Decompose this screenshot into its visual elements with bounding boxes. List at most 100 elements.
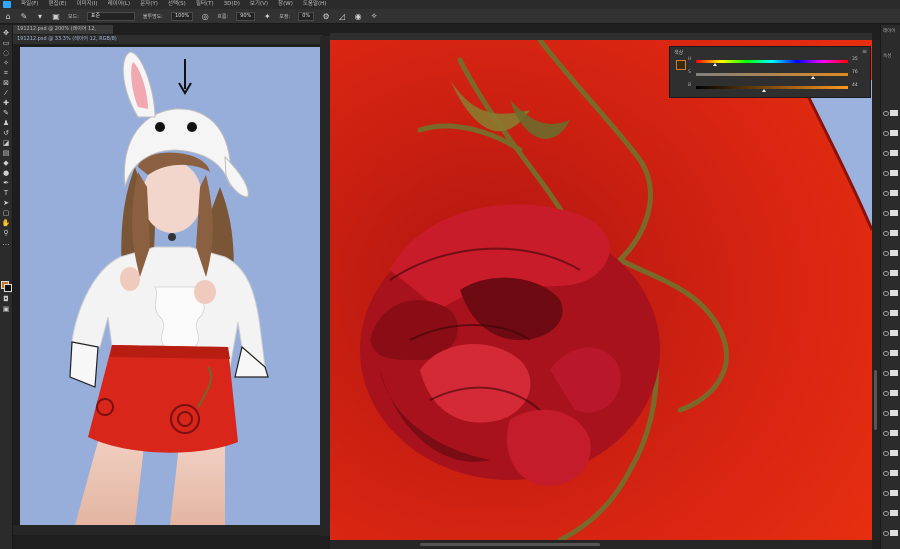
smoothing-field[interactable]: 0% bbox=[298, 11, 315, 21]
menu-layer[interactable]: 레이어(L) bbox=[108, 0, 131, 9]
pressure-size-icon[interactable]: ◉ bbox=[354, 12, 362, 21]
eye-icon[interactable] bbox=[883, 111, 889, 116]
panel-menu-icon[interactable]: ≡ bbox=[862, 48, 867, 55]
layer-row[interactable] bbox=[883, 290, 899, 296]
menu-image[interactable]: 이미지(I) bbox=[76, 0, 97, 9]
menu-help[interactable]: 도움말(H) bbox=[303, 0, 327, 9]
background-color-swatch[interactable] bbox=[4, 284, 12, 292]
crop-tool-icon[interactable]: ⌗ bbox=[2, 69, 10, 77]
layer-row[interactable] bbox=[883, 170, 899, 176]
pressure-opacity-icon[interactable]: ◎ bbox=[201, 12, 209, 21]
blur-tool-icon[interactable]: ◆ bbox=[2, 159, 10, 167]
layer-row[interactable] bbox=[883, 430, 899, 436]
menu-filter[interactable]: 필터(T) bbox=[196, 0, 214, 9]
canvas-zoom-view[interactable] bbox=[330, 40, 872, 540]
eye-icon[interactable] bbox=[883, 231, 889, 236]
layer-row[interactable] bbox=[883, 490, 899, 496]
more-tools-icon[interactable]: … bbox=[2, 239, 10, 247]
dodge-tool-icon[interactable]: ● bbox=[2, 169, 10, 177]
eye-icon[interactable] bbox=[883, 411, 889, 416]
layer-row[interactable] bbox=[883, 350, 899, 356]
history-brush-tool-icon[interactable]: ↺ bbox=[2, 129, 10, 137]
quick-select-tool-icon[interactable]: ✧ bbox=[2, 59, 10, 67]
eye-icon[interactable] bbox=[883, 171, 889, 176]
layer-row[interactable] bbox=[883, 130, 899, 136]
zoom-tool-icon[interactable]: ⚲ bbox=[2, 229, 10, 237]
shape-tool-icon[interactable]: ▢ bbox=[2, 209, 10, 217]
brush-panel-icon[interactable]: ▣ bbox=[52, 12, 60, 21]
saturation-value[interactable]: 76 bbox=[852, 70, 858, 75]
saturation-slider[interactable] bbox=[696, 73, 848, 76]
layer-row[interactable] bbox=[883, 190, 899, 196]
home-icon[interactable]: ⌂ bbox=[4, 12, 12, 21]
menu-view[interactable]: 보기(V) bbox=[250, 0, 268, 9]
type-tool-icon[interactable]: T bbox=[2, 189, 10, 197]
eye-icon[interactable] bbox=[883, 531, 889, 536]
healing-tool-icon[interactable]: ✚ bbox=[2, 99, 10, 107]
airbrush-icon[interactable]: ✦ bbox=[263, 12, 271, 21]
eye-icon[interactable] bbox=[883, 191, 889, 196]
layer-row[interactable] bbox=[883, 210, 899, 216]
lasso-tool-icon[interactable]: ◌ bbox=[2, 49, 10, 57]
layer-row[interactable] bbox=[883, 230, 899, 236]
menu-file[interactable]: 파일(F) bbox=[21, 0, 39, 9]
layer-row[interactable] bbox=[883, 270, 899, 276]
eye-icon[interactable] bbox=[883, 471, 889, 476]
eye-icon[interactable] bbox=[883, 291, 889, 296]
eye-icon[interactable] bbox=[883, 511, 889, 516]
eye-icon[interactable] bbox=[883, 391, 889, 396]
brush-tool-icon[interactable]: ✎ bbox=[2, 109, 10, 117]
saturation-slider-handle[interactable] bbox=[811, 76, 815, 79]
mode-select[interactable]: 표준 bbox=[86, 11, 135, 21]
opacity-field[interactable]: 100% bbox=[170, 11, 194, 21]
menu-select[interactable]: 선택(S) bbox=[168, 0, 186, 9]
layers-panel-title[interactable]: 레이어 bbox=[883, 28, 895, 34]
gear-icon[interactable]: ⚙ bbox=[322, 12, 330, 21]
eye-icon[interactable] bbox=[883, 151, 889, 156]
layer-row[interactable] bbox=[883, 510, 899, 516]
eye-icon[interactable] bbox=[883, 271, 889, 276]
tab-document-main[interactable]: 191212.psd @ 200% (레이어 12, RGB/8)× bbox=[13, 25, 113, 42]
photoshop-logo-icon[interactable] bbox=[3, 1, 11, 8]
horizontal-scrollbar[interactable] bbox=[330, 540, 872, 549]
menu-window[interactable]: 창(W) bbox=[278, 0, 293, 9]
vertical-scrollbar[interactable] bbox=[872, 40, 880, 540]
layer-row[interactable] bbox=[883, 150, 899, 156]
pen-tool-icon[interactable]: ✒ bbox=[2, 179, 10, 187]
brightness-slider-handle[interactable] bbox=[762, 89, 766, 92]
eye-icon[interactable] bbox=[883, 131, 889, 136]
stamp-tool-icon[interactable]: ♟ bbox=[2, 119, 10, 127]
hue-slider[interactable] bbox=[696, 60, 848, 63]
brightness-slider[interactable] bbox=[696, 86, 848, 89]
eye-icon[interactable] bbox=[883, 351, 889, 356]
layer-row[interactable] bbox=[883, 250, 899, 256]
hue-slider-handle[interactable] bbox=[713, 63, 717, 66]
screen-mode-icon[interactable]: ▣ bbox=[2, 305, 10, 313]
eye-icon[interactable] bbox=[883, 251, 889, 256]
menu-3d[interactable]: 3D(D) bbox=[224, 0, 240, 9]
layer-row[interactable] bbox=[883, 330, 899, 336]
marquee-tool-icon[interactable]: ▭ bbox=[2, 39, 10, 47]
brush-settings-icon[interactable]: ▾ bbox=[36, 12, 44, 21]
canvas-full-view[interactable] bbox=[20, 47, 320, 525]
hand-tool-icon[interactable]: ✋ bbox=[2, 219, 11, 227]
layer-row[interactable] bbox=[883, 390, 899, 396]
layer-row[interactable] bbox=[883, 370, 899, 376]
menu-type[interactable]: 문자(Y) bbox=[140, 0, 158, 9]
eye-icon[interactable] bbox=[883, 371, 889, 376]
eye-icon[interactable] bbox=[883, 491, 889, 496]
properties-panel-title[interactable]: 속성 bbox=[883, 53, 891, 59]
flow-field[interactable]: 90% bbox=[236, 11, 256, 21]
layer-row[interactable] bbox=[883, 110, 899, 116]
eye-icon[interactable] bbox=[883, 431, 889, 436]
eyedropper-tool-icon[interactable]: ⁄ bbox=[2, 89, 10, 97]
layer-row[interactable] bbox=[883, 530, 899, 536]
eraser-tool-icon[interactable]: ◪ bbox=[2, 139, 10, 147]
eye-icon[interactable] bbox=[883, 331, 889, 336]
tab-document-secondary[interactable]: 191212.psd @ 33.3% (레이어 12, RGB/8) bbox=[13, 35, 323, 44]
move-tool-icon[interactable]: ✥ bbox=[2, 29, 10, 37]
layer-row[interactable] bbox=[883, 410, 899, 416]
gradient-tool-icon[interactable]: ▤ bbox=[2, 149, 10, 157]
eye-icon[interactable] bbox=[883, 211, 889, 216]
frame-tool-icon[interactable]: ⊠ bbox=[2, 79, 10, 87]
